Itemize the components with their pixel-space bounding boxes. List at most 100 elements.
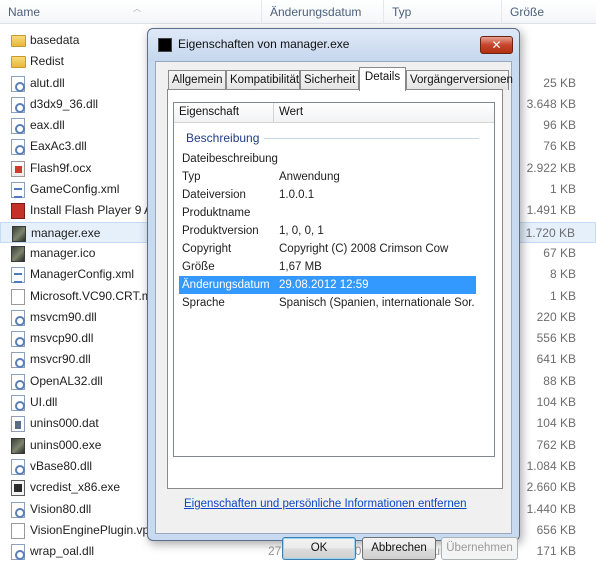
file-name: wrap_oal.dll [30, 544, 95, 559]
tab-kompatibilitaet[interactable]: Kompatibilität [226, 70, 300, 90]
file-size: 1.084 KB [526, 458, 576, 473]
game-ico-icon [11, 245, 25, 262]
file-size: 762 KB [536, 437, 576, 452]
dll-icon [11, 118, 25, 135]
file-name: UI.dll [30, 395, 58, 410]
file-name: d3dx9_36.dll [30, 96, 99, 111]
property-row[interactable]: Typ Anwendung [179, 168, 476, 186]
tab-sicherheit[interactable]: Sicherheit [300, 70, 359, 90]
file-name: msvcr90.dll [30, 352, 91, 367]
file-name: vBase80.dll [30, 458, 93, 473]
property-key: Copyright [182, 243, 232, 255]
app-icon [158, 38, 172, 52]
close-button[interactable]: ✕ [480, 36, 513, 54]
file-size: 1 KB [549, 288, 576, 303]
property-row[interactable]: Copyright Copyright (C) 2008 Crimson Cow [179, 240, 476, 258]
file-size: 3.648 KB [526, 96, 576, 111]
property-value: Anwendung [279, 171, 340, 183]
file-name: vcredist_x86.exe [30, 480, 121, 495]
file-name: msvcm90.dll [30, 309, 97, 324]
column-type[interactable]: Typ [384, 0, 502, 24]
dat-icon [11, 416, 25, 433]
dll-icon [11, 75, 25, 92]
dll-icon [11, 309, 25, 326]
dll-icon [11, 96, 25, 113]
file-size: 656 KB [536, 522, 576, 537]
dll-icon [11, 331, 25, 348]
file-size: 104 KB [536, 395, 576, 410]
dll-icon [11, 395, 25, 412]
file-name: OpenAL32.dll [30, 373, 103, 388]
file-size: 1 KB [549, 182, 576, 197]
file-size: 1.440 KB [526, 501, 576, 516]
header-value[interactable]: Wert [274, 103, 494, 123]
file-size: 96 KB [543, 118, 576, 133]
file-name: alut.dll [30, 75, 65, 90]
property-value: 1, 0, 0, 1 [279, 225, 324, 237]
property-row[interactable]: Produktversion 1, 0, 0, 1 [179, 222, 476, 240]
file-name: Vision80.dll [30, 501, 92, 516]
details-list[interactable]: Eigenschaft Wert Beschreibung Dateibesch… [173, 102, 495, 457]
file-size: 641 KB [536, 352, 576, 367]
ocx-icon [11, 160, 25, 177]
details-list-header: Eigenschaft Wert [174, 103, 494, 123]
file-size: 2.922 KB [526, 160, 576, 175]
property-key: Dateiversion [182, 189, 246, 201]
column-date[interactable]: Änderungsdatum [262, 0, 384, 24]
property-row[interactable]: Dateiversion 1.0.0.1 [179, 186, 476, 204]
property-value: 1.0.0.1 [279, 189, 315, 201]
property-row[interactable]: Änderungsdatum 29.08.2012 12:59 [179, 276, 476, 294]
file-size: 76 KB [543, 139, 576, 154]
file-size: 8 KB [549, 267, 576, 282]
apply-button[interactable]: Übernehmen [441, 537, 518, 560]
folder-icon [11, 56, 26, 69]
file-size: 556 KB [536, 331, 576, 346]
column-size[interactable]: Größe [502, 0, 596, 24]
file-name: msvcp90.dll [30, 331, 94, 346]
column-header: ︿ Name Änderungsdatum Typ Größe [0, 0, 596, 24]
file-size: 171 KB [536, 544, 576, 559]
dll-icon [11, 458, 25, 475]
property-key: Dateibeschreibung [182, 153, 278, 165]
property-key: Sprache [182, 297, 225, 309]
file-size: 1.720 KB [525, 225, 575, 240]
dll-icon [11, 544, 25, 561]
tab-vorgaengerversionen[interactable]: Vorgängerversionen [406, 70, 513, 90]
properties-dialog: Eigenschaften von manager.exe ✕ Allgemei… [147, 28, 520, 560]
xml-icon [11, 267, 25, 284]
property-row[interactable]: Produktname [179, 204, 476, 222]
property-row[interactable]: Sprache Spanisch (Spanien, internationale… [179, 294, 476, 312]
remove-properties-link[interactable]: Eigenschaften und persönliche Informatio… [184, 498, 467, 510]
file-name: Redist [30, 54, 65, 69]
file-name: Microsoft.VC90.CRT.m [30, 288, 152, 303]
dialog-titlebar[interactable]: Eigenschaften von manager.exe ✕ [148, 29, 519, 61]
file-name: manager.exe [31, 225, 101, 240]
file-name: unins000.dat [30, 416, 99, 431]
property-row[interactable]: Dateibeschreibung [179, 150, 476, 168]
property-key: Typ [182, 171, 201, 183]
property-row[interactable]: Größe 1,67 MB [179, 258, 476, 276]
tab-details[interactable]: Details [359, 67, 406, 91]
file-size: 88 KB [543, 373, 576, 388]
sort-chevron-icon: ︿ [133, 4, 141, 13]
dialog-title: Eigenschaften von manager.exe [178, 37, 350, 51]
property-key: Größe [182, 261, 215, 273]
tab-allgemein[interactable]: Allgemein [168, 70, 226, 90]
file-name: manager.ico [30, 245, 96, 260]
document-icon [11, 522, 25, 539]
file-size: 67 KB [543, 245, 576, 260]
group-divider [264, 138, 479, 139]
column-name[interactable]: ︿ Name [0, 0, 262, 24]
property-key: Änderungsdatum [182, 279, 270, 291]
folder-icon [11, 35, 26, 47]
property-value: Spanisch (Spanien, internationale Sor... [279, 297, 474, 309]
ok-button[interactable]: OK [282, 537, 356, 560]
group-heading: Beschreibung [186, 131, 260, 145]
tab-strip: Allgemein Kompatibilität Sicherheit Deta… [168, 67, 513, 91]
dll-icon [11, 139, 25, 156]
header-property[interactable]: Eigenschaft [174, 103, 274, 123]
property-value: Copyright (C) 2008 Crimson Cow [279, 243, 449, 255]
cancel-button[interactable]: Abbrechen [362, 537, 436, 560]
file-name: Flash9f.ocx [30, 160, 92, 175]
file-name: ManagerConfig.xml [30, 267, 135, 282]
